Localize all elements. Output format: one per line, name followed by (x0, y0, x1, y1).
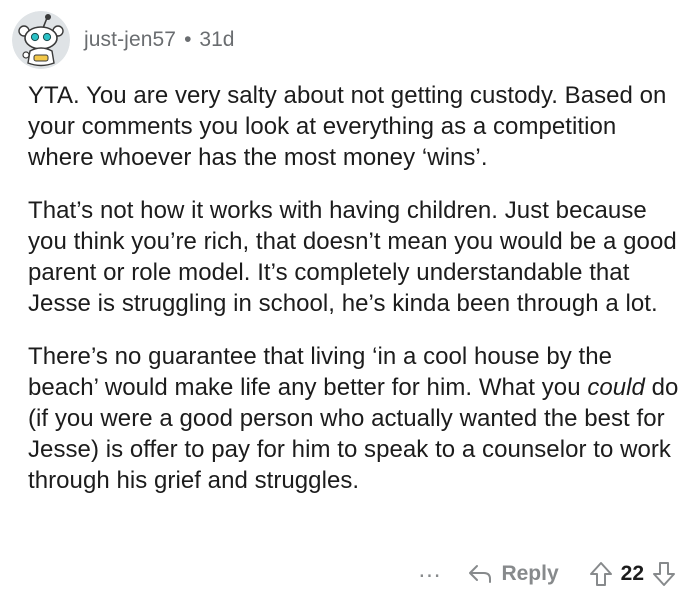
upvote-arrow-icon (589, 562, 612, 586)
comment-paragraph-3: There’s no guarantee that living ‘in a c… (28, 341, 688, 496)
avatar[interactable] (12, 11, 70, 69)
reply-label: Reply (501, 562, 559, 585)
comment-paragraph-1: YTA. You are very salty about not gettin… (28, 82, 667, 171)
paragraph-3-italic: could (587, 374, 645, 401)
meta-separator: • (184, 28, 192, 51)
comment-actions: ... Reply 22 (418, 554, 676, 594)
comment-age: 31d (199, 28, 235, 51)
comment-header: just-jen57 • 31d (12, 10, 234, 70)
comment-author[interactable]: just-jen57 (84, 28, 176, 52)
comment: just-jen57 • 31d YTA. You are very salty… (0, 0, 700, 606)
downvote-arrow-icon (653, 562, 675, 586)
more-options-button[interactable]: ... (418, 558, 441, 588)
comment-body: YTA. You are very salty about not gettin… (28, 80, 688, 518)
paragraph-3-text-start: There’s no guarantee that living ‘in a c… (28, 343, 613, 401)
comment-paragraph-2: That’s not how it works with having chil… (28, 197, 677, 317)
vote-score: 22 (620, 562, 644, 585)
upvote-button[interactable] (589, 561, 613, 587)
reply-arrow-icon (469, 565, 492, 583)
reply-button[interactable]: Reply (467, 562, 559, 586)
vote-controls: 22 (589, 561, 676, 587)
downvote-button[interactable] (652, 561, 676, 587)
